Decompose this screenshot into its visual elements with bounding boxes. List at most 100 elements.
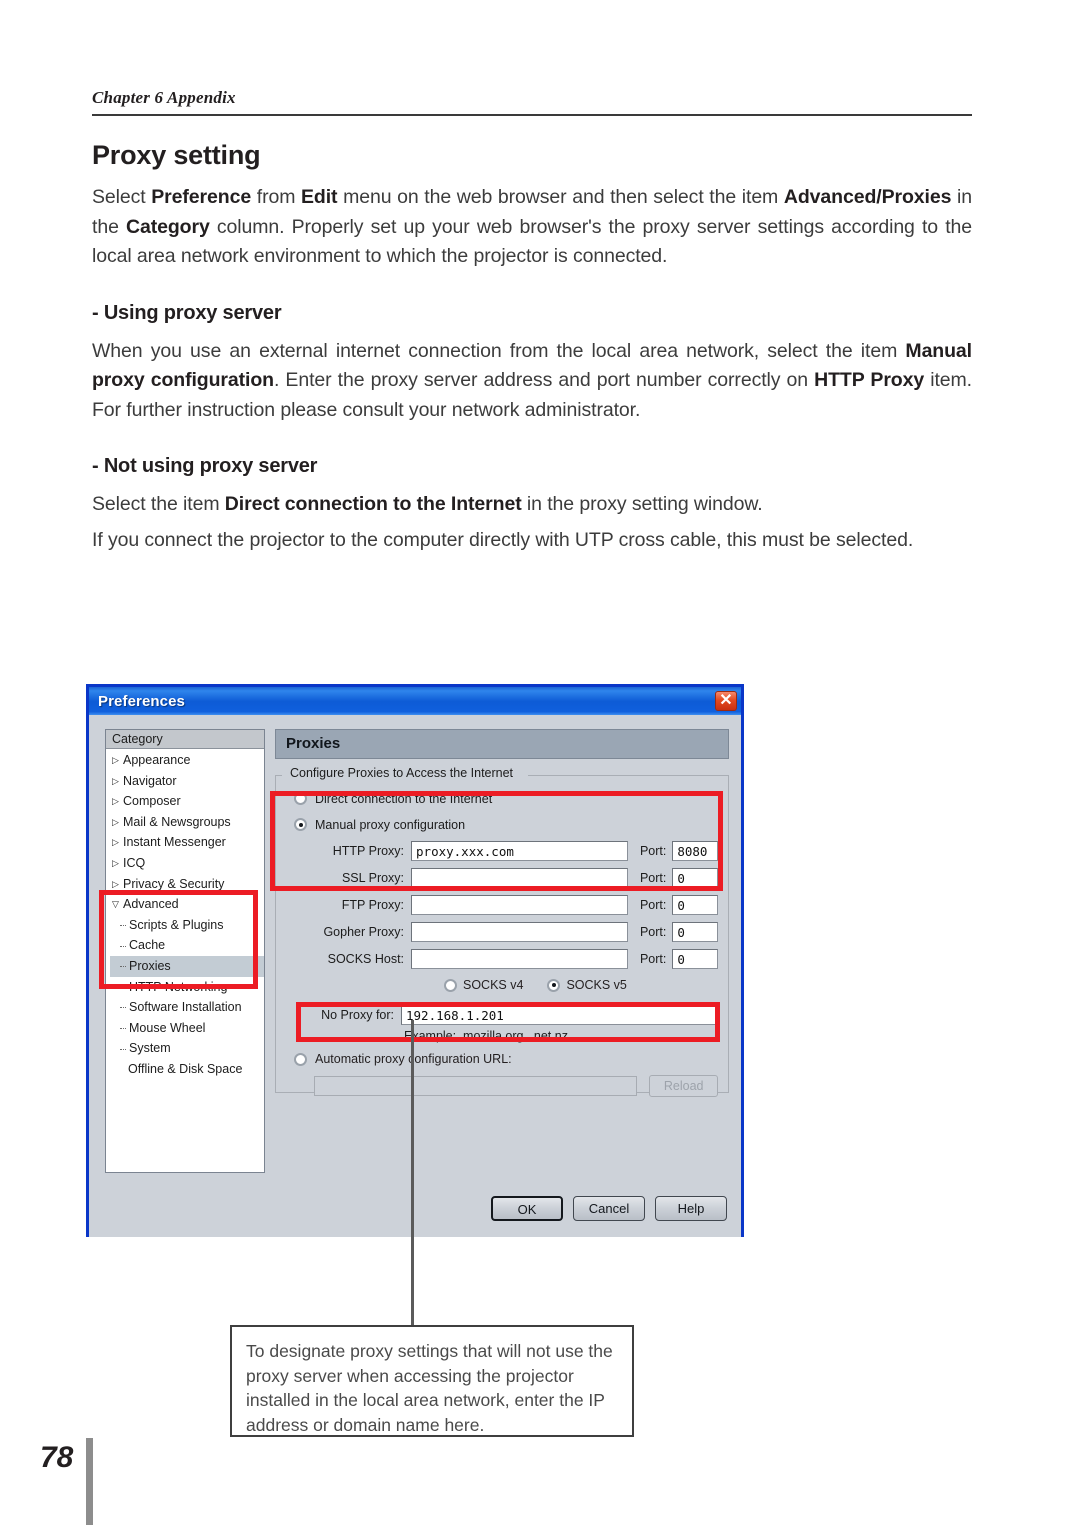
- chevron-right-icon: ▷: [112, 796, 119, 807]
- callout-text: To designate proxy settings that will no…: [246, 1341, 613, 1435]
- tree-label: Proxies: [129, 958, 171, 973]
- tree-label: Composer: [123, 794, 181, 809]
- sidebar-item-instant-messenger[interactable]: ▷ Instant Messenger: [110, 832, 264, 853]
- sub2-text-2: in the proxy setting window.: [521, 493, 763, 515]
- page-title: Proxy setting: [92, 140, 261, 170]
- ok-button[interactable]: OK: [491, 1196, 563, 1221]
- tree-label: Mouse Wheel: [129, 1020, 206, 1035]
- radio-icon-selected[interactable]: [294, 818, 307, 831]
- sidebar-item-privacy-security[interactable]: ▷ Privacy & Security: [110, 874, 264, 895]
- category-panel: Category ▷ Appearance ▷ Navigator ▷ Compose…: [105, 729, 265, 1173]
- sidebar-item-system[interactable]: System: [110, 1038, 264, 1059]
- dialog-titlebar[interactable]: Preferences ✕: [89, 687, 741, 715]
- sidebar-item-software-installation[interactable]: Software Installation: [110, 997, 264, 1018]
- radio-icon-socks-v4[interactable]: [444, 978, 457, 992]
- sidebar-item-icq[interactable]: ▷ ICQ: [110, 853, 264, 874]
- chevron-right-icon: ▷: [112, 755, 119, 765]
- radio-direct-label: Direct connection to the Internet: [315, 791, 493, 806]
- sub1-text-2: . Enter the proxy server address and por…: [274, 369, 815, 391]
- fieldset-legend: Configure Proxies to Access the Internet: [286, 766, 518, 780]
- tree-label: HTTP Networking: [129, 979, 228, 994]
- chevron-down-icon: ▽: [112, 899, 119, 910]
- radio-icon-socks-v5[interactable]: [547, 978, 561, 992]
- gopher-port-input[interactable]: 0: [672, 922, 719, 942]
- socks-v5-label: SOCKS v5: [566, 978, 627, 992]
- tree-label: Privacy & Security: [123, 876, 225, 891]
- sub1-text-1: When you use an external internet connec…: [92, 339, 906, 362]
- reload-button[interactable]: Reload: [649, 1075, 718, 1097]
- ftp-proxy-label: FTP Proxy:: [341, 898, 405, 912]
- intro-text-3: menu on the web browser and then select …: [337, 186, 784, 208]
- sidebar-item-proxies[interactable]: Proxies: [110, 955, 264, 977]
- header-rule: [92, 114, 972, 116]
- ssl-proxy-input[interactable]: [411, 868, 628, 888]
- fieldset-border-right: [528, 775, 728, 776]
- configure-proxies-fieldset: Configure Proxies to Access the Internet…: [275, 766, 729, 1097]
- sidebar-item-advanced[interactable]: ▽ Advanced: [110, 894, 264, 915]
- field-row-ftp-proxy: FTP Proxy: Port: 0: [286, 894, 719, 916]
- sub2-bold-direct: Direct connection to the Internet: [224, 493, 522, 515]
- radio-direct-connection[interactable]: Direct connection to the Internet: [294, 788, 718, 809]
- close-icon[interactable]: ✕: [715, 691, 737, 711]
- gopher-port-label: Port:: [639, 925, 667, 939]
- sidebar-item-offline-disk-space[interactable]: Offline & Disk Space: [110, 1059, 264, 1080]
- fieldset-border-left: [276, 775, 282, 776]
- http-proxy-label: HTTP Proxy:: [332, 844, 405, 858]
- radio-manual-label: Manual proxy configuration: [315, 817, 466, 832]
- sidebar-item-mail-newsgroups[interactable]: ▷ Mail & Newsgroups: [110, 812, 264, 833]
- cancel-button[interactable]: Cancel: [573, 1196, 645, 1221]
- category-header: Category: [106, 730, 264, 749]
- tree-label: Advanced: [123, 897, 179, 912]
- no-proxy-label: No Proxy for:: [321, 1008, 394, 1022]
- socks-host-input[interactable]: [411, 949, 628, 969]
- using-proxy-paragraph: When you use an external internet connec…: [92, 337, 972, 426]
- intro-bold-advanced: Advanced/: [783, 186, 882, 208]
- sidebar-item-navigator[interactable]: ▷ Navigator: [110, 771, 264, 792]
- ftp-port-input[interactable]: 0: [672, 895, 719, 915]
- http-port-input[interactable]: 8080: [672, 841, 719, 861]
- panel-title: Proxies: [275, 729, 729, 759]
- ssl-port-input[interactable]: 0: [672, 868, 719, 888]
- radio-icon-auto[interactable]: [294, 1052, 307, 1066]
- tree-label: Scripts & Plugins: [129, 917, 224, 932]
- sidebar-item-mouse-wheel[interactable]: Mouse Wheel: [110, 1018, 264, 1039]
- tree-label: Offline & Disk Space: [128, 1061, 243, 1076]
- tree-label: Instant Messenger: [123, 835, 226, 850]
- subhead-using-proxy: - Using proxy server: [92, 301, 282, 324]
- intro-bold-edit: Edit: [301, 186, 338, 208]
- sidebar-item-scripts-plugins[interactable]: Scripts & Plugins: [110, 915, 264, 936]
- sidebar-item-appearance[interactable]: ▷ Appearance: [110, 750, 264, 771]
- radio-automatic-proxy[interactable]: Automatic proxy configuration URL:: [294, 1049, 718, 1069]
- field-row-no-proxy: No Proxy for: 192.168.1.201: [286, 1004, 718, 1026]
- chevron-right-icon: ▷: [112, 816, 119, 827]
- chevron-right-icon: ▷: [112, 837, 119, 848]
- ftp-proxy-input[interactable]: [411, 895, 628, 915]
- field-row-socks-host: SOCKS Host: Port: 0: [286, 948, 719, 970]
- page-number-bar: [86, 1438, 93, 1525]
- chapter-label: Chapter 6 Appendix: [92, 88, 236, 107]
- help-button[interactable]: Help: [655, 1196, 727, 1221]
- radio-icon[interactable]: [294, 792, 307, 805]
- field-row-http-proxy: HTTP Proxy: proxy.xxx.com Port: 8080: [286, 840, 719, 862]
- intro-bold-category: Category: [125, 215, 210, 238]
- tree-label: Navigator: [123, 773, 177, 788]
- sub2-text-1: Select the item: [92, 493, 225, 515]
- preferences-dialog: Preferences ✕ Category ▷ Appearance ▷ Navi…: [86, 684, 744, 1237]
- http-proxy-input[interactable]: proxy.xxx.com: [411, 841, 628, 861]
- callout-leader-line: [411, 1020, 414, 1325]
- gopher-proxy-input[interactable]: [411, 922, 628, 942]
- tree-label: Software Installation: [129, 1000, 242, 1015]
- radio-manual-proxy[interactable]: Manual proxy configuration: [294, 814, 718, 835]
- auto-url-input[interactable]: [314, 1076, 638, 1096]
- not-using-proxy-line2: If you connect the projector to the comp…: [92, 528, 914, 551]
- sidebar-item-cache[interactable]: Cache: [110, 935, 264, 956]
- intro-text-1: Select: [92, 186, 152, 208]
- socks-v4-label: SOCKS v4: [463, 978, 524, 992]
- dialog-title: Preferences: [98, 692, 185, 710]
- socks-port-input[interactable]: 0: [672, 949, 719, 969]
- page-number: 78: [40, 1441, 74, 1474]
- sidebar-item-composer[interactable]: ▷ Composer: [110, 791, 264, 812]
- sidebar-item-http-networking[interactable]: HTTP Networking: [110, 977, 264, 998]
- no-proxy-input[interactable]: 192.168.1.201: [401, 1005, 718, 1025]
- tree-label: ICQ: [123, 855, 146, 870]
